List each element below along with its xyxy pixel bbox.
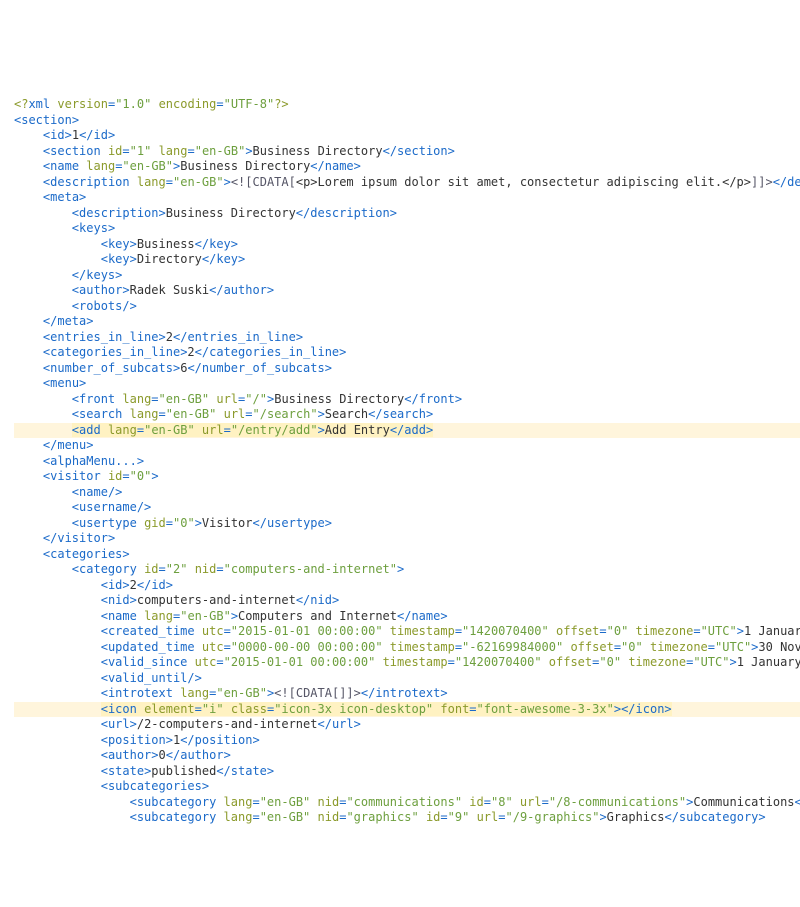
tag-state: <state>published</state> — [14, 764, 274, 778]
tag-introtext: <introtext lang="en-GB"><![CDATA[]]></in… — [14, 686, 448, 700]
xml-declaration: <?xml version="1.0" encoding="UTF-8"?> — [14, 97, 289, 111]
tag-robots: <robots/> — [14, 299, 137, 313]
tag-alphamenu-collapsed: <alphaMenu...> — [14, 454, 144, 468]
tag-category-open: <category id="2" nid="computers-and-inte… — [14, 562, 404, 576]
tag-subcategory-1: <subcategory lang="en-GB" nid="graphics"… — [14, 810, 766, 824]
tag-categories-open: <categories> — [14, 547, 130, 561]
tag-icon-highlighted: <icon element="i" class="icon-3x icon-de… — [14, 702, 800, 718]
tag-meta-close: </meta> — [14, 314, 94, 328]
tag-entries-in-line: <entries_in_line>2</entries_in_line> — [14, 330, 303, 344]
tag-visitor-open: <visitor id="0"> — [14, 469, 159, 483]
tag-description: <description lang="en-GB"><![CDATA[<p>Lo… — [14, 175, 800, 189]
tag-menu-open: <menu> — [14, 376, 86, 390]
tag-menu-add-highlighted: <add lang="en-GB" url="/entry/add">Add E… — [14, 423, 800, 439]
tag-author-cat: <author>0</author> — [14, 748, 231, 762]
tag-categories-in-line: <categories_in_line>2</categories_in_lin… — [14, 345, 346, 359]
tag-menu-front: <front lang="en-GB" url="/">Business Dir… — [14, 392, 462, 406]
tag-author: <author>Radek Suski</author> — [14, 283, 274, 297]
tag-visitor-usertype: <usertype gid="0">Visitor</usertype> — [14, 516, 332, 530]
tag-menu-close: </menu> — [14, 438, 94, 452]
xml-source: <?xml version="1.0" encoding="UTF-8"?> <… — [0, 78, 800, 830]
tag-visitor-username: <username/> — [14, 500, 151, 514]
tag-visitor-close: </visitor> — [14, 531, 115, 545]
tag-menu-search: <search lang="en-GB" url="/search">Searc… — [14, 407, 433, 421]
tag-meta-open: <meta> — [14, 190, 86, 204]
tag-created-time: <created_time utc="2015-01-01 00:00:00" … — [14, 624, 800, 638]
tag-position: <position>1</position> — [14, 733, 260, 747]
tag-valid-since: <valid_since utc="2015-01-01 00:00:00" t… — [14, 655, 800, 669]
tag-meta-description: <description>Business Directory</descrip… — [14, 206, 397, 220]
tag-subcategory-0: <subcategory lang="en-GB" nid="communica… — [14, 795, 800, 809]
tag-section-inner: <section id="1" lang="en-GB">Business Di… — [14, 144, 455, 158]
tag-section-open: <section> — [14, 113, 79, 127]
tag-updated-time: <updated_time utc="0000-00-00 00:00:00" … — [14, 640, 800, 654]
tag-visitor-name: <name/> — [14, 485, 122, 499]
tag-keys-close: </keys> — [14, 268, 122, 282]
tag-keys-open: <keys> — [14, 221, 115, 235]
tag-key-0: <key>Business</key> — [14, 237, 238, 251]
tag-number-of-subcats: <number_of_subcats>6</number_of_subcats> — [14, 361, 332, 375]
tag-valid-until: <valid_until/> — [14, 671, 202, 685]
tag-id: <id>1</id> — [14, 128, 115, 142]
tag-subcategories-open: <subcategories> — [14, 779, 209, 793]
tag-key-1: <key>Directory</key> — [14, 252, 245, 266]
tag-name: <name lang="en-GB">Business Directory</n… — [14, 159, 361, 173]
tag-category-id: <id>2</id> — [14, 578, 173, 592]
tag-category-nid: <nid>computers-and-internet</nid> — [14, 593, 339, 607]
tag-url: <url>/2-computers-and-internet</url> — [14, 717, 361, 731]
tag-category-name: <name lang="en-GB">Computers and Interne… — [14, 609, 448, 623]
